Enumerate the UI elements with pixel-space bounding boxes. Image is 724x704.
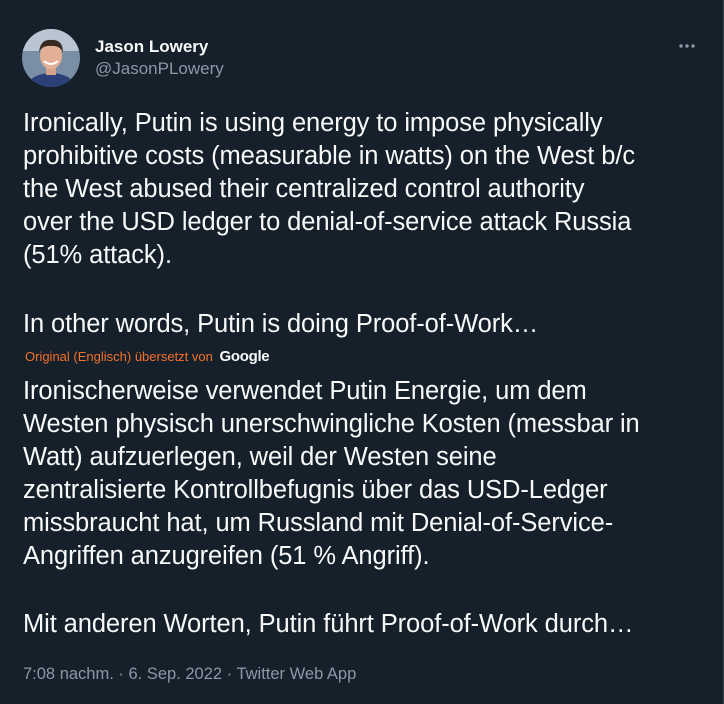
tweet-date[interactable]: 6. Sep. 2022	[128, 665, 222, 683]
tweet-metadata: 7:08 nachm. · 6. Sep. 2022 · Twitter Web…	[23, 662, 356, 686]
tweet-header: Jason Lowery @JasonPLowery	[22, 29, 702, 89]
meta-separator: ·	[222, 665, 237, 683]
tweet-source: Twitter Web App	[236, 665, 357, 683]
tweet-original-text-continued: In other words, Putin is doing Proof-of-…	[23, 310, 539, 338]
tweet-translated-text: Ironischerweise verwendet Putin Energie,…	[23, 377, 640, 570]
google-logo: Google	[219, 348, 270, 365]
meta-separator: ·	[113, 665, 129, 683]
user-handle[interactable]: @JasonPLowery	[95, 57, 224, 81]
user-info: Jason Lowery @JasonPLowery	[95, 37, 224, 81]
more-options-icon	[679, 44, 695, 48]
display-name[interactable]: Jason Lowery	[95, 37, 224, 57]
more-options-button[interactable]	[670, 33, 704, 59]
tweet-original-text: Ironically, Putin is using energy to imp…	[23, 109, 635, 269]
tweet-translated-text-continued: Mit anderen Worten, Putin führt Proof-of…	[23, 610, 634, 638]
profile-avatar-icon	[22, 29, 80, 87]
translation-notice: Original (Englisch) übersetzt von Google	[25, 347, 270, 367]
avatar[interactable]	[22, 29, 80, 87]
translation-notice-label[interactable]: Original (Englisch) übersetzt von	[25, 349, 213, 364]
tweet-card: Jason Lowery @JasonPLowery Ironically, P…	[0, 0, 724, 704]
tweet-time[interactable]: 7:08 nachm.	[23, 665, 114, 683]
